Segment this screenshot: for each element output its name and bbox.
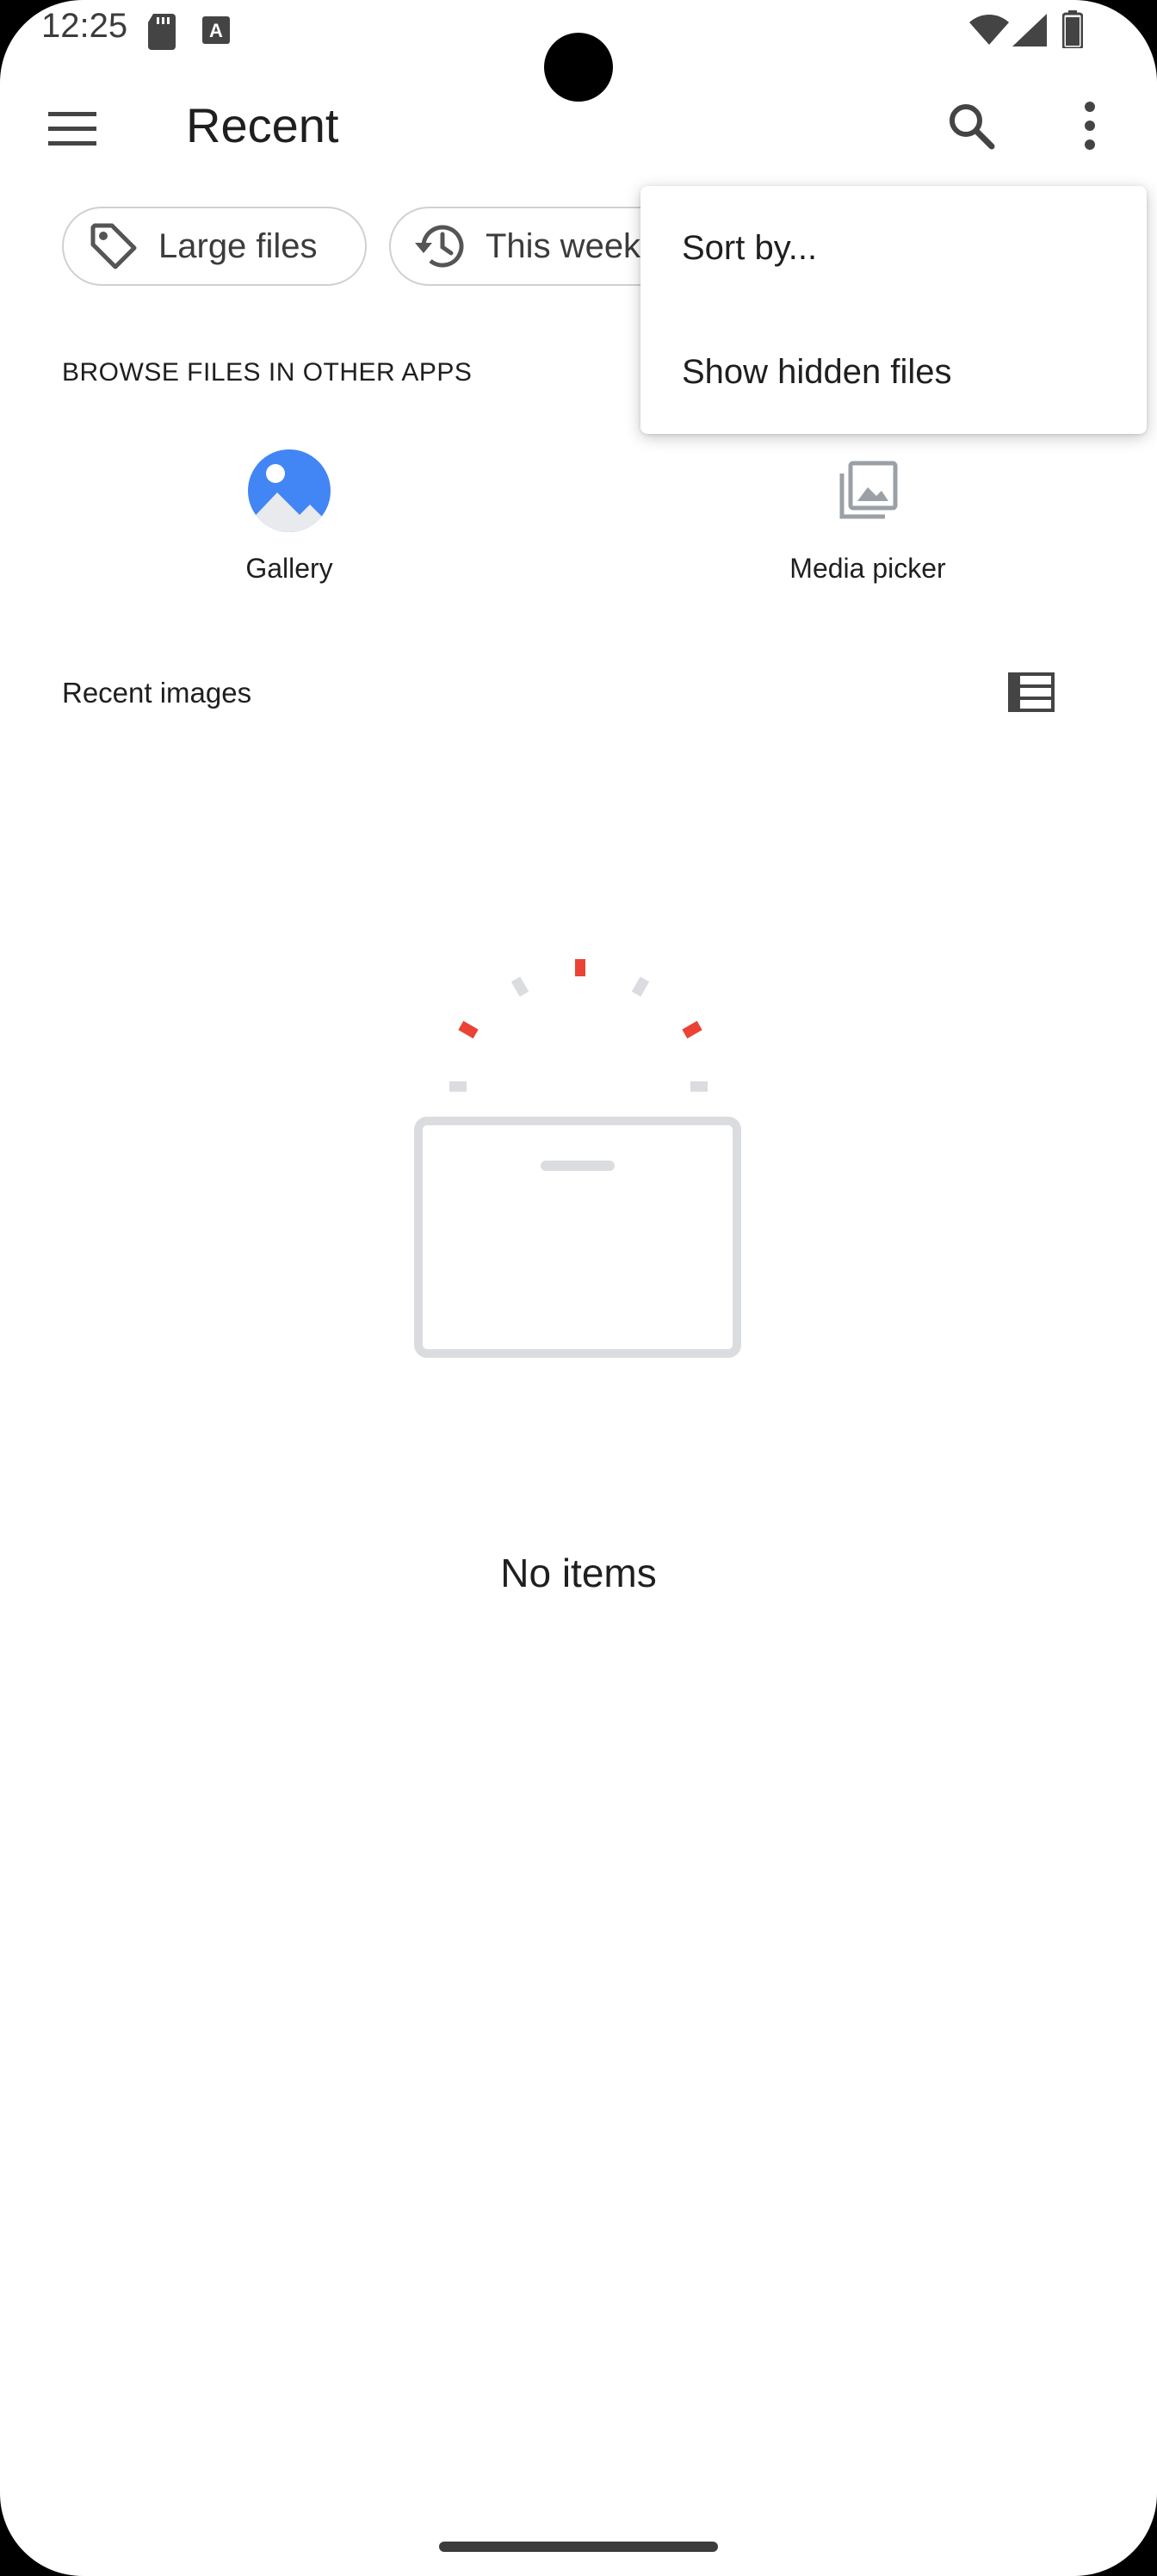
menu-item-sort-by[interactable]: Sort by... xyxy=(682,229,817,268)
keyboard-a-icon: A xyxy=(201,15,231,49)
menu-icon[interactable] xyxy=(38,95,107,164)
svg-text:A: A xyxy=(209,20,223,41)
search-icon[interactable] xyxy=(935,90,1007,162)
signal-icon xyxy=(1012,14,1047,51)
gallery-icon xyxy=(246,448,332,534)
camera-cutout xyxy=(544,33,613,102)
app-tile-gallery[interactable]: Gallery xyxy=(203,448,375,585)
chip-large-files[interactable]: Large files xyxy=(62,207,367,286)
sd-card-icon xyxy=(145,12,179,54)
screen: 12:25 A Recent Large files This week BRO… xyxy=(0,0,1157,2576)
app-tile-media-picker[interactable]: Media picker xyxy=(764,448,971,585)
status-time: 12:25 xyxy=(41,7,128,45)
menu-item-show-hidden-files[interactable]: Show hidden files xyxy=(682,353,952,392)
more-vert-icon[interactable] xyxy=(1055,90,1124,162)
page-title: Recent xyxy=(186,98,339,152)
battery-icon xyxy=(1061,10,1084,53)
chip-label: Large files xyxy=(158,226,318,265)
overflow-menu: Sort by... Show hidden files xyxy=(640,186,1147,434)
app-label: Gallery xyxy=(245,553,333,584)
gesture-nav-handle[interactable] xyxy=(439,2542,718,2552)
media-picker-icon xyxy=(825,448,911,534)
history-icon xyxy=(411,220,467,272)
wifi-icon xyxy=(969,14,1009,49)
chip-label: This week xyxy=(486,226,641,265)
app-label: Media picker xyxy=(789,553,946,584)
list-view-icon[interactable] xyxy=(1004,665,1059,720)
browse-section-heading: BROWSE FILES IN OTHER APPS xyxy=(62,358,473,387)
tag-icon xyxy=(88,220,139,272)
empty-state-text: No items xyxy=(500,1551,657,1595)
recent-images-heading: Recent images xyxy=(62,677,252,709)
empty-box-icon xyxy=(405,947,752,1360)
